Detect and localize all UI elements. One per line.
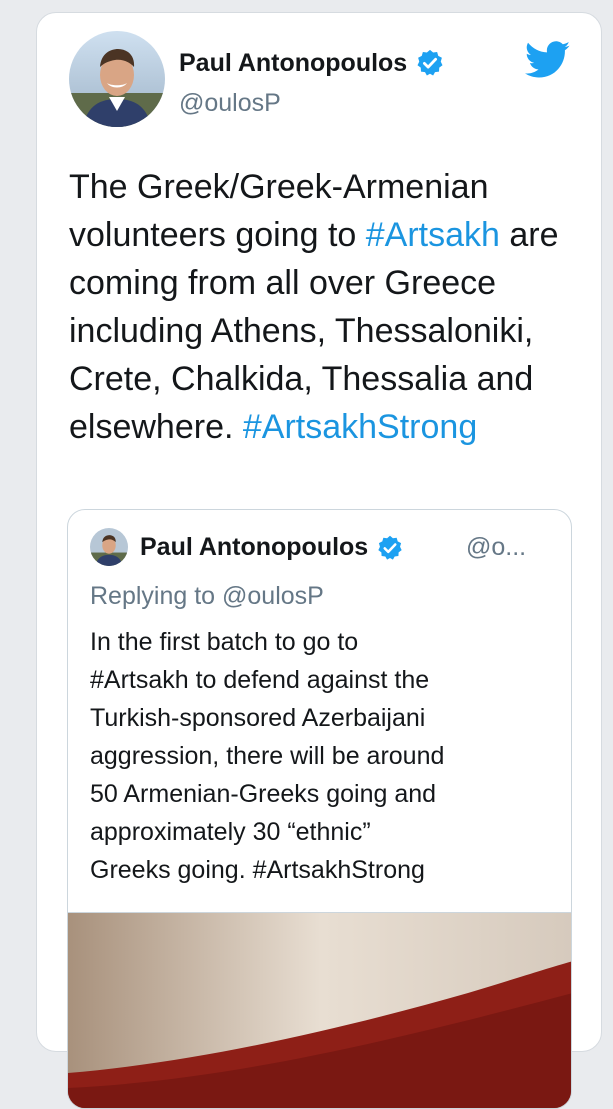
quoted-author-avatar[interactable] [90, 528, 128, 566]
quoted-text-line: Greeks going. #ArtsakhStrong [90, 856, 425, 884]
replying-to-label: Replying to @oulosP [90, 582, 324, 610]
verified-badge-icon [376, 534, 404, 562]
quoted-text-line: approximately 30 “ethnic” [90, 818, 371, 846]
quoted-tweet-media[interactable] [68, 912, 571, 1108]
twitter-bird-icon[interactable] [524, 41, 571, 79]
avatar-photo [69, 31, 165, 127]
hashtag-link[interactable]: #ArtsakhStrong [243, 408, 477, 446]
hashtag-link[interactable]: #Artsakh [366, 216, 500, 254]
author-name-text[interactable]: Paul Antonopoulos [179, 49, 407, 78]
quoted-author-name[interactable]: Paul Antonopoulos [140, 533, 404, 562]
quoted-text-line: aggression, there will be around [90, 742, 445, 770]
author-name[interactable]: Paul Antonopoulos [179, 48, 445, 78]
quoted-tweet-text: In the first batch to go to #Artsakh to … [90, 623, 560, 889]
quoted-text-line: 50 Armenian-Greeks going and [90, 780, 437, 808]
author-handle[interactable]: @oulosP [179, 89, 281, 118]
avatar-photo [90, 528, 128, 566]
quoted-text-line: #Artsakh to defend against the [90, 666, 430, 694]
author-avatar[interactable] [69, 31, 165, 127]
tweet-card[interactable]: Paul Antonopoulos @oulosP The Greek/Gree… [36, 12, 602, 1109]
quoted-author-name-text[interactable]: Paul Antonopoulos [140, 533, 368, 562]
quoted-tweet[interactable]: Paul Antonopoulos @o... Replying to @oul… [67, 509, 572, 1109]
quoted-text-line: In the first batch to go to [90, 628, 359, 656]
quoted-author-handle[interactable]: @o... [466, 533, 526, 562]
verified-badge-icon [415, 48, 445, 78]
tweet-text: The Greek/Greek-Armenian volunteers goin… [69, 163, 589, 451]
quoted-text-line: Turkish-sponsored Azerbaijani [90, 704, 426, 732]
media-image [68, 913, 571, 1108]
